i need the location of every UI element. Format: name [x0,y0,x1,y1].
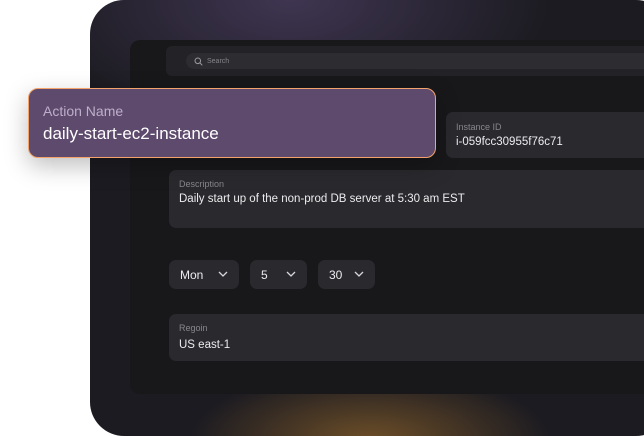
instance-id-field[interactable]: Instance ID i-059fcc30955f76c71 [446,112,644,158]
chevron-down-icon [354,270,364,278]
search-input[interactable]: Search [186,53,644,69]
instance-id-label: Instance ID [456,122,502,132]
region-label: Regoin [179,323,208,333]
hour-select[interactable]: 5 [250,260,307,289]
chevron-down-icon [218,270,228,278]
action-name-value: daily-start-ec2-instance [43,124,219,143]
description-field[interactable]: Description Daily start up of the non-pr… [169,170,644,228]
day-select-value: Mon [180,267,204,282]
search-icon [194,57,203,66]
description-value: Daily start up of the non-prod DB server… [179,193,465,205]
description-label: Description [179,179,225,189]
tablet-frame: Search Instance ID i-059fcc30955f76c71 D… [90,0,644,436]
chevron-down-icon [286,270,296,278]
minute-select-value: 30 [329,267,343,282]
search-placeholder: Search [207,57,230,65]
hour-select-value: 5 [261,267,268,282]
region-field[interactable]: Regoin US east-1 [169,314,644,361]
minute-select[interactable]: 30 [318,260,375,289]
search-bar: Search [166,46,644,76]
action-name-label: Action Name [43,103,124,119]
instance-id-value: i-059fcc30955f76c71 [456,136,563,148]
day-select[interactable]: Mon [169,260,239,289]
action-name-field[interactable]: Action Name daily-start-ec2-instance [28,88,436,158]
region-value: US east-1 [179,339,231,351]
